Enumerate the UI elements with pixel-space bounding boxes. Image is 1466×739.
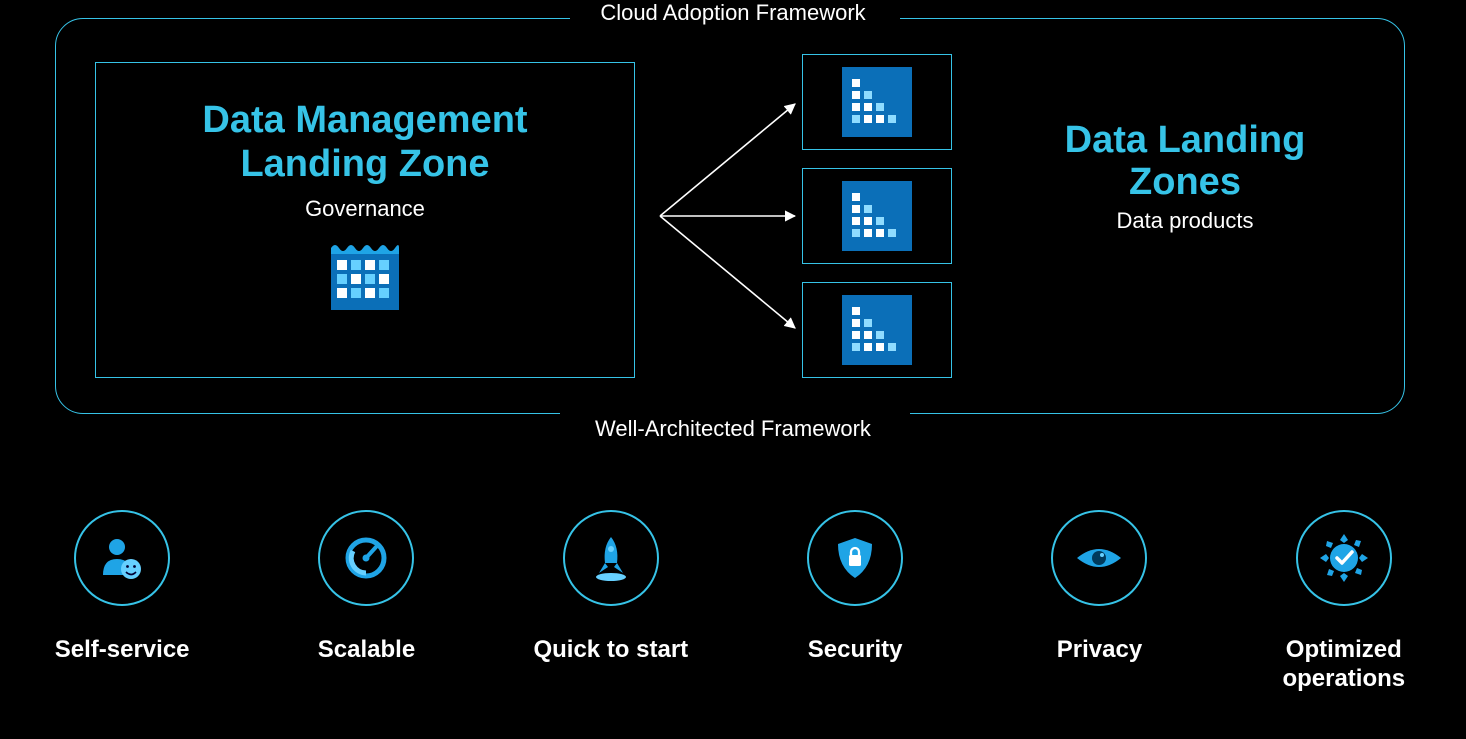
- landing-zone-tile-2: [802, 168, 952, 264]
- landing-title-line1: Data Landing: [1065, 119, 1306, 161]
- benefits-row: Self-service Scalable: [0, 510, 1466, 694]
- landing-title: Data Landing Zones: [990, 120, 1380, 204]
- eye-icon: [1051, 510, 1147, 606]
- frame-bottom-label: Well-Architected Framework: [0, 416, 1466, 442]
- benefit-self-service: Self-service: [12, 510, 232, 665]
- benefit-label: Privacy: [1057, 636, 1142, 665]
- management-title-line2: Landing Zone: [240, 143, 489, 185]
- benefit-privacy: Privacy: [989, 510, 1209, 665]
- management-subtitle: Governance: [96, 196, 634, 222]
- data-tile-icon: [842, 181, 912, 251]
- landing-title-line2: Zones: [1129, 161, 1241, 203]
- gear-check-icon: [1296, 510, 1392, 606]
- landing-zone-tile-1: [802, 54, 952, 150]
- data-tile-icon: [842, 295, 912, 365]
- landing-zone-tile-3: [802, 282, 952, 378]
- benefit-label: Security: [808, 636, 903, 665]
- gauge-icon: [318, 510, 414, 606]
- data-tile-icon: [842, 67, 912, 137]
- benefit-security: Security: [745, 510, 965, 665]
- shield-lock-icon: [807, 510, 903, 606]
- benefit-label: Self-service: [55, 636, 190, 665]
- benefit-optimized-ops: Optimized operations: [1234, 510, 1454, 694]
- benefit-label: Scalable: [318, 636, 415, 665]
- person-smile-icon: [74, 510, 170, 606]
- rocket-icon: [563, 510, 659, 606]
- benefit-quick-start: Quick to start: [501, 510, 721, 665]
- benefit-label: Quick to start: [533, 636, 688, 665]
- frame-top-label: Cloud Adoption Framework: [0, 0, 1466, 26]
- benefit-scalable: Scalable: [256, 510, 476, 665]
- diagram-stage: Cloud Adoption Framework Well-Architecte…: [0, 0, 1466, 739]
- landing-subtitle: Data products: [990, 208, 1380, 234]
- management-title-line1: Data Management: [202, 99, 527, 141]
- management-title: Data Management Landing Zone: [96, 99, 634, 186]
- benefit-label: Optimized operations: [1282, 636, 1405, 694]
- governance-grid-icon: [96, 236, 634, 321]
- landing-zones-title-block: Data Landing Zones Data products: [990, 120, 1380, 234]
- management-zone-box: Data Management Landing Zone Governance: [95, 62, 635, 378]
